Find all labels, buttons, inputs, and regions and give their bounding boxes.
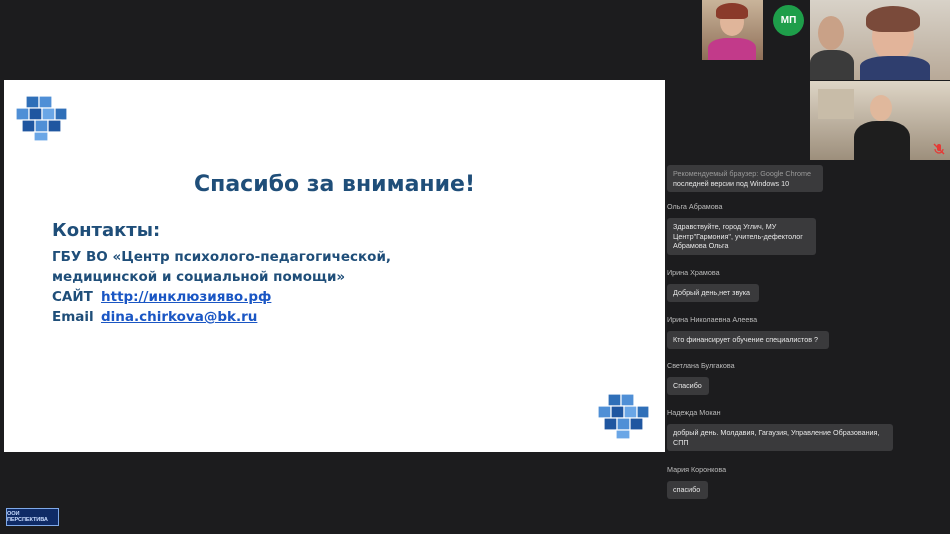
puzzle-logo-icon: [15, 95, 68, 142]
chat-message-bubble: Здравствуйте, город Углич, МУ Центр"Гарм…: [667, 218, 816, 255]
chat-message-bubble: спасибо: [667, 481, 708, 499]
email-label: Email: [52, 309, 94, 325]
participant-body: [708, 38, 756, 60]
chat-message-text: спасибо: [673, 485, 701, 494]
site-label: САЙТ: [52, 289, 93, 305]
contacts-heading: Контакты:: [52, 220, 161, 241]
participant-head: [818, 16, 844, 50]
chat-message-text: Добрый день,нет звука: [673, 288, 751, 297]
chat-message-text: последней версии под Windows 10: [673, 178, 790, 188]
email-row: Email dina.chirkova@bk.ru: [52, 307, 391, 327]
participant-body: [810, 50, 854, 80]
participant-hair: [866, 6, 920, 32]
chat-message-text: добрый день. Молдавия, Гагаузия, Управле…: [673, 428, 880, 437]
participant-body: [854, 121, 910, 160]
org-name-line-1: ГБУ ВО «Центр психолого-педагогической,: [52, 249, 392, 265]
chat-message-bubble: добрый день. Молдавия, Гагаузия, Управле…: [667, 424, 893, 451]
chat-message-text: Спасибо: [673, 381, 702, 390]
chat-message-text: Абрамова Ольга: [673, 241, 729, 250]
participant-video-tile[interactable]: [702, 0, 763, 60]
chat-message-bubble: Кто финансирует обучение специалистов ?: [667, 331, 829, 349]
participant-body: [860, 56, 930, 80]
chat-message-text: Рекомендуемый браузер: Google Chrome: [673, 169, 811, 178]
chat-author: Светлана Булгакова: [667, 361, 735, 370]
microphone-muted-icon: [933, 143, 945, 155]
site-link[interactable]: http://инклюзияво.рф: [101, 287, 271, 307]
participant-avatar[interactable]: МП: [773, 5, 804, 36]
chat-message-text: Центр"Гармония", учитель-дефектолог: [673, 231, 803, 241]
site-row: САЙТ http://инклюзияво.рф: [52, 287, 391, 307]
chat-author: Мария Коронкова: [667, 465, 727, 474]
participant-hair: [716, 3, 748, 19]
chat-message-bubble: Добрый день,нет звука: [667, 284, 759, 302]
chat-message-bubble: Спасибо: [667, 377, 709, 395]
background-shelf: [818, 89, 854, 119]
chat-message-text: СПП: [673, 437, 689, 447]
slide-title: Спасибо за внимание!: [193, 172, 475, 197]
chat-author: Ирина Храмова: [667, 268, 720, 277]
puzzle-logo-icon: [597, 393, 650, 440]
participant-video-tile[interactable]: [810, 0, 950, 80]
chat-message-text: Здравствуйте, город Углич, МУ: [673, 222, 777, 231]
participant-head: [870, 95, 892, 121]
contacts-block: Контакты: ГБУ ВО «Центр психолого-педаго…: [52, 220, 391, 327]
sign-language-interpreter-tile[interactable]: [810, 81, 950, 160]
shared-slide: Спасибо за внимание! Контакты: ГБУ ВО «Ц…: [4, 80, 665, 452]
chat-message-text: Кто финансирует обучение специалистов ?: [673, 335, 819, 344]
chat-author: Ольга Абрамова: [667, 202, 723, 211]
organization-logo: ООИ ПЕРСПЕКТИВА: [6, 508, 59, 526]
chat-author: Ирина Николаевна Алеева: [667, 315, 758, 324]
chat-author: Надежда Мокан: [667, 408, 721, 417]
chat-message-bubble: Рекомендуемый браузер: Google Chrome пос…: [667, 165, 823, 192]
org-name-line-2: медицинской и социальной помощи»: [52, 269, 346, 285]
email-link[interactable]: dina.chirkova@bk.ru: [101, 307, 257, 327]
